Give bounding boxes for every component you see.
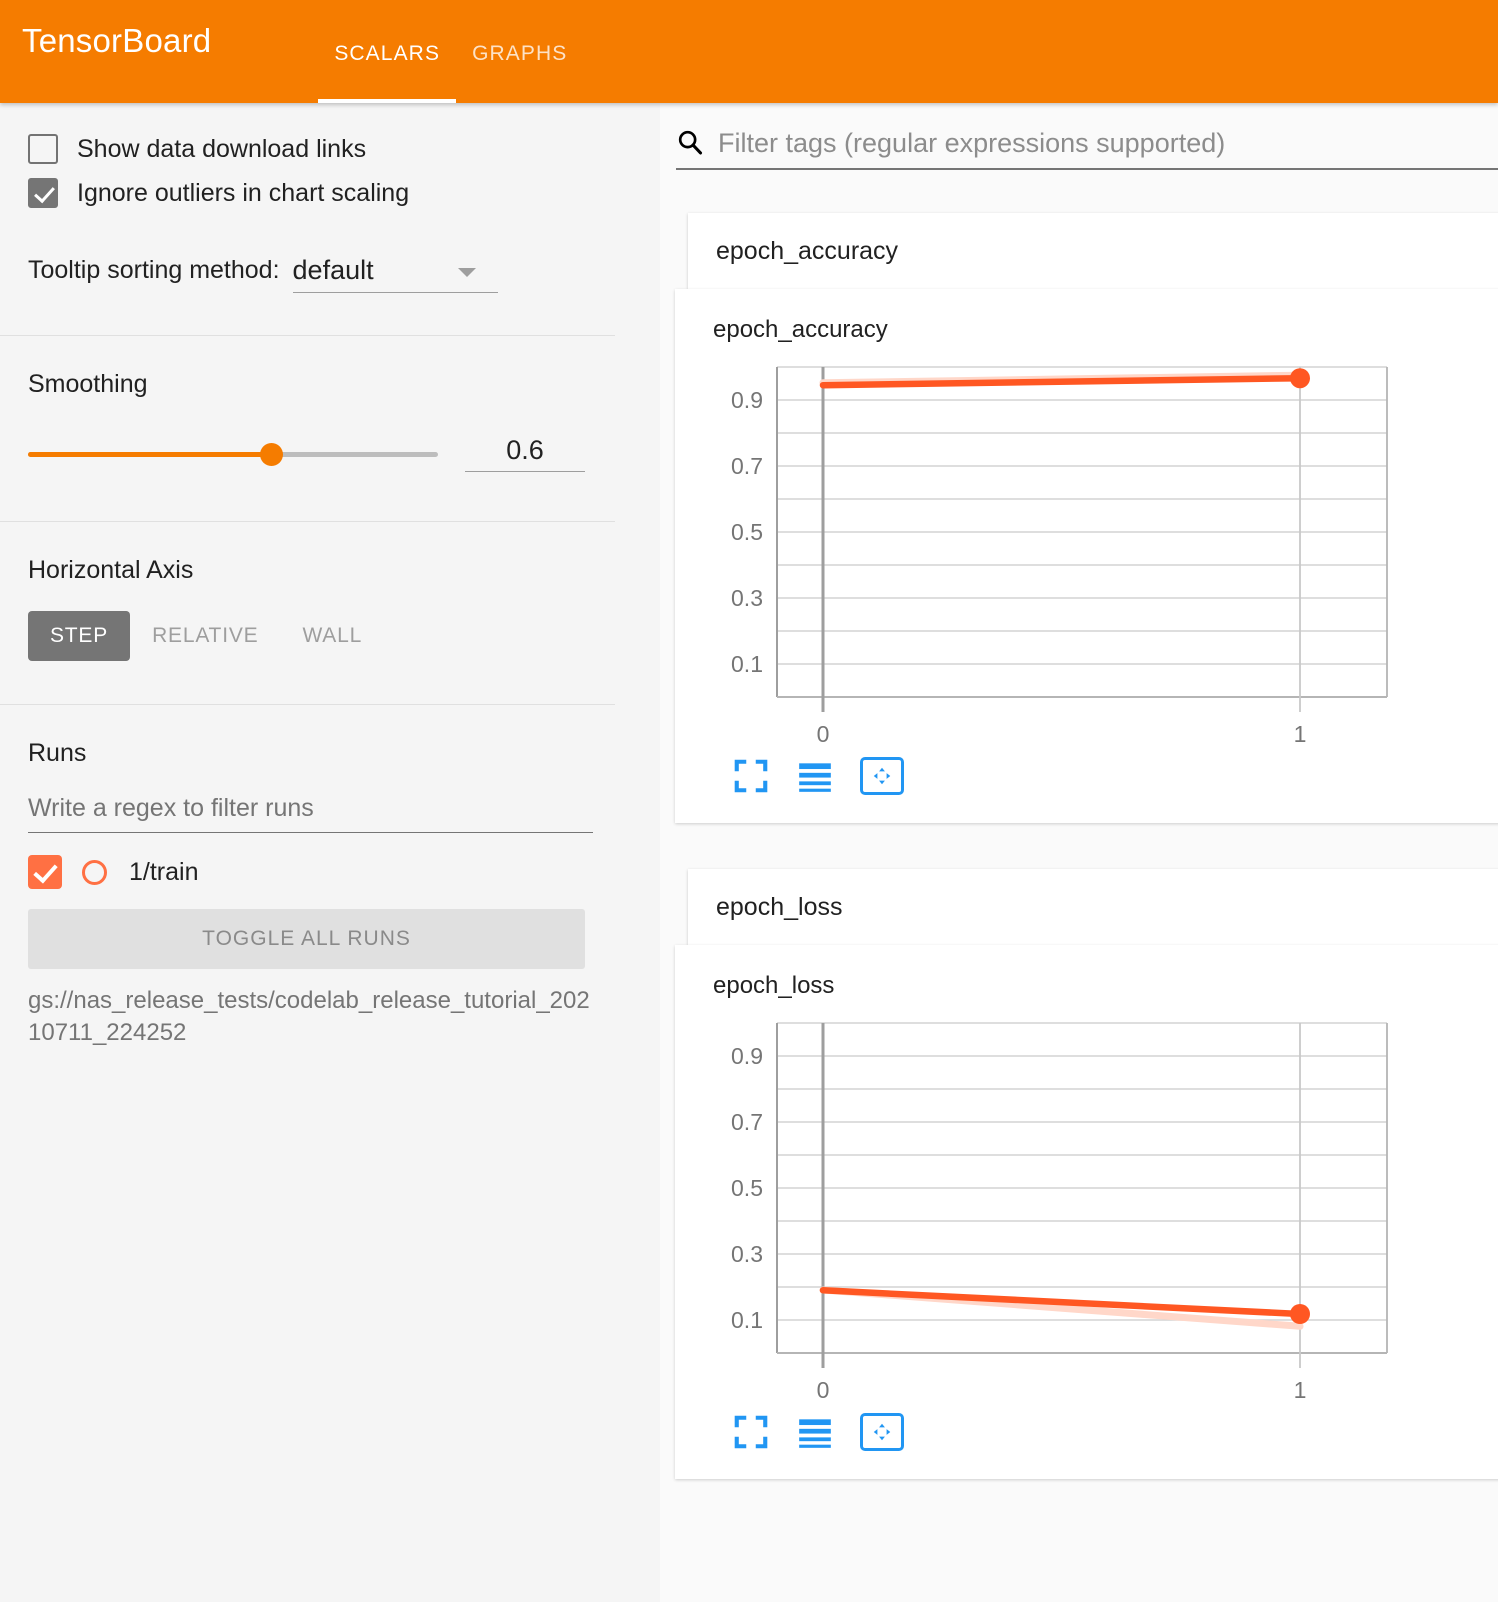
chart-card-epoch-loss: epoch_loss 0.9 0.7 0.5 0.3 0.1 0 1 xyxy=(675,945,1498,1479)
smoothing-title: Smoothing xyxy=(28,370,148,398)
tag-group-epoch-loss: epoch_loss xyxy=(688,869,1498,945)
run-checkbox[interactable] xyxy=(28,855,62,889)
show-download-links-row[interactable]: Show data download links xyxy=(28,127,660,171)
chart-title-epoch-accuracy: epoch_accuracy xyxy=(713,316,888,343)
expand-icon[interactable] xyxy=(732,1413,770,1451)
logdir-path: gs://nas_release_tests/codelab_release_t… xyxy=(28,987,590,1046)
show-download-links-label: Show data download links xyxy=(77,134,367,163)
tooltip-sorting-row: Tooltip sorting method: default xyxy=(28,241,660,293)
tooltip-sorting-label: Tooltip sorting method: xyxy=(28,256,280,284)
chart-plot-epoch-loss[interactable]: 0.9 0.7 0.5 0.3 0.1 0 1 xyxy=(675,1008,1498,1408)
svg-text:0: 0 xyxy=(817,721,830,747)
tooltip-sorting-select[interactable]: default xyxy=(292,255,498,293)
svg-text:0.9: 0.9 xyxy=(731,1043,763,1069)
axis-button-wall[interactable]: WALL xyxy=(280,611,384,661)
axis-button-step[interactable]: STEP xyxy=(28,611,131,661)
tab-graphs[interactable]: GRAPHS xyxy=(456,0,583,103)
chart-toolbar-epoch-accuracy xyxy=(675,752,1498,823)
search-icon xyxy=(678,130,703,155)
smoothing-value-input[interactable]: 0.6 xyxy=(465,435,585,472)
svg-text:0.5: 0.5 xyxy=(731,1175,763,1201)
tag-filter-bar: Filter tags (regular expressions support… xyxy=(676,128,1498,170)
svg-text:0.7: 0.7 xyxy=(731,1109,763,1135)
chart-toolbar-epoch-loss xyxy=(675,1408,1498,1479)
svg-text:0.1: 0.1 xyxy=(731,1307,763,1333)
smoothing-control: 0.6 xyxy=(28,435,660,472)
toggle-all-runs-button[interactable]: TOGGLE ALL RUNS xyxy=(28,909,585,969)
pan-fit-icon[interactable] xyxy=(860,757,904,795)
chart-card-epoch-accuracy: epoch_accuracy 0.9 0.7 0.5 0.3 0.1 0 1 xyxy=(675,289,1498,823)
horizontal-axis-buttons: STEP RELATIVE WALL xyxy=(28,611,660,661)
chart-plot-epoch-accuracy[interactable]: 0.9 0.7 0.5 0.3 0.1 0 1 xyxy=(675,352,1498,752)
run-label: 1/train xyxy=(129,857,199,886)
smoothing-slider-thumb[interactable] xyxy=(260,442,283,466)
runs-title: Runs xyxy=(28,739,87,767)
tag-filter-input[interactable]: Filter tags (regular expressions support… xyxy=(718,128,1225,159)
data-table-icon[interactable] xyxy=(796,757,834,795)
settings-sidebar: Show data download links Ignore outliers… xyxy=(0,103,660,1602)
display-options-section: Show data download links Ignore outliers… xyxy=(0,127,660,293)
svg-text:0.7: 0.7 xyxy=(731,453,763,479)
tag-group-header-epoch-accuracy[interactable]: epoch_accuracy xyxy=(688,213,1498,289)
nav-tabs: SCALARS GRAPHS xyxy=(318,0,583,103)
svg-text:1: 1 xyxy=(1294,1377,1307,1403)
ignore-outliers-checkbox[interactable] xyxy=(28,178,58,208)
runs-filter-input[interactable]: Write a regex to filter runs xyxy=(28,794,593,833)
tab-graphs-label: GRAPHS xyxy=(472,41,568,65)
pan-fit-icon[interactable] xyxy=(860,1413,904,1451)
scalars-dashboard: Filter tags (regular expressions support… xyxy=(660,103,1498,1602)
run-color-swatch-icon xyxy=(82,859,107,885)
svg-text:0: 0 xyxy=(817,1377,830,1403)
run-item-1-train[interactable]: 1/train xyxy=(28,855,660,889)
svg-text:0.5: 0.5 xyxy=(731,519,763,545)
tab-scalars-label: SCALARS xyxy=(334,41,441,65)
svg-text:0.3: 0.3 xyxy=(731,1241,763,1267)
ignore-outliers-row[interactable]: Ignore outliers in chart scaling xyxy=(28,171,660,215)
app-title: TensorBoard xyxy=(22,22,212,59)
axis-button-relative[interactable]: RELATIVE xyxy=(130,611,280,661)
chart-title-epoch-loss: epoch_loss xyxy=(713,972,835,999)
tag-group-header-epoch-loss[interactable]: epoch_loss xyxy=(688,869,1498,945)
smoothing-slider[interactable] xyxy=(28,442,438,466)
ignore-outliers-label: Ignore outliers in chart scaling xyxy=(77,178,410,207)
expand-icon[interactable] xyxy=(732,757,770,795)
show-download-links-checkbox[interactable] xyxy=(28,134,58,164)
svg-text:0.1: 0.1 xyxy=(731,651,763,677)
chevron-down-icon xyxy=(457,268,476,277)
svg-text:1: 1 xyxy=(1294,721,1307,747)
svg-text:0.9: 0.9 xyxy=(731,387,763,413)
tooltip-sorting-value: default xyxy=(292,255,374,285)
horizontal-axis-title: Horizontal Axis xyxy=(28,556,194,584)
data-table-icon[interactable] xyxy=(796,1413,834,1451)
runs-section: Runs Write a regex to filter runs 1/trai… xyxy=(0,705,660,1048)
tag-group-epoch-accuracy: epoch_accuracy xyxy=(688,213,1498,289)
svg-text:0.3: 0.3 xyxy=(731,585,763,611)
app-header: TensorBoard SCALARS GRAPHS xyxy=(0,0,1498,103)
tab-scalars[interactable]: SCALARS xyxy=(318,0,456,103)
horizontal-axis-section: Horizontal Axis STEP RELATIVE WALL xyxy=(0,522,660,661)
smoothing-section: Smoothing 0.6 xyxy=(0,336,660,472)
smoothing-slider-fill xyxy=(28,451,273,457)
